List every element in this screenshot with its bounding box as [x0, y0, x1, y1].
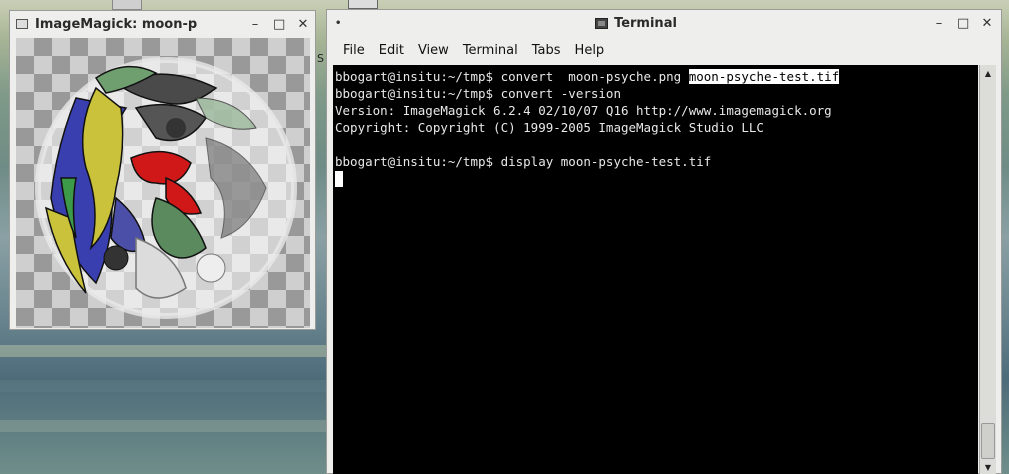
- close-button[interactable]: ✕: [981, 16, 993, 31]
- terminal-output[interactable]: bbogart@insitu:~/tmp$ convert moon-psych…: [333, 65, 978, 474]
- maximize-button[interactable]: □: [273, 17, 285, 32]
- imagemagick-titlebar[interactable]: ImageMagick: moon-p – □ ✕: [10, 11, 315, 37]
- menubar: File Edit View Terminal Tabs Help: [327, 37, 1001, 63]
- window-icon[interactable]: [16, 19, 28, 29]
- selected-text: moon-psyche-test.tif: [688, 69, 840, 84]
- wallpaper-streak: [0, 380, 335, 392]
- terminal-line: Copyright: Copyright (C) 1999-2005 Image…: [335, 120, 764, 135]
- scroll-thumb[interactable]: [981, 423, 995, 459]
- terminal-window[interactable]: • Terminal – □ ✕ File Edit View Terminal…: [326, 9, 1002, 474]
- scroll-down-icon[interactable]: ▼: [980, 459, 996, 474]
- wallpaper-streak: [0, 420, 335, 432]
- terminal-icon: [595, 18, 609, 29]
- menu-tabs[interactable]: Tabs: [526, 40, 567, 61]
- window-title: Terminal: [614, 16, 677, 31]
- menu-edit[interactable]: Edit: [373, 40, 410, 61]
- maximize-button[interactable]: □: [957, 16, 969, 31]
- close-button[interactable]: ✕: [297, 17, 309, 32]
- terminal-titlebar[interactable]: • Terminal – □ ✕: [327, 10, 1001, 37]
- desktop-icon[interactable]: [112, 0, 142, 10]
- window-title: ImageMagick: moon-p: [35, 16, 198, 32]
- text-cursor: [335, 171, 343, 187]
- desktop-label: S: [317, 52, 324, 65]
- vertical-scrollbar[interactable]: ▲ ▼: [979, 65, 996, 474]
- scroll-up-icon[interactable]: ▲: [980, 65, 996, 81]
- terminal-line: bbogart@insitu:~/tmp$ display moon-psych…: [335, 154, 712, 169]
- desktop-icon[interactable]: [348, 0, 378, 9]
- minimize-button[interactable]: –: [249, 17, 261, 32]
- image-canvas[interactable]: [16, 38, 310, 328]
- moon-image: [35, 57, 297, 319]
- terminal-line: bbogart@insitu:~/tmp$ convert -version: [335, 86, 621, 101]
- menu-terminal[interactable]: Terminal: [457, 40, 524, 61]
- menu-view[interactable]: View: [412, 40, 455, 61]
- imagemagick-window[interactable]: ImageMagick: moon-p – □ ✕: [9, 10, 316, 330]
- terminal-prompt-line: [335, 170, 978, 187]
- wallpaper-streak: [0, 345, 335, 357]
- menu-help[interactable]: Help: [569, 40, 611, 61]
- menu-file[interactable]: File: [337, 40, 371, 61]
- minimize-button[interactable]: –: [933, 16, 945, 31]
- terminal-line: Version: ImageMagick 6.2.4 02/10/07 Q16 …: [335, 103, 832, 118]
- terminal-line: bbogart@insitu:~/tmp$ convert moon-psych…: [335, 69, 840, 84]
